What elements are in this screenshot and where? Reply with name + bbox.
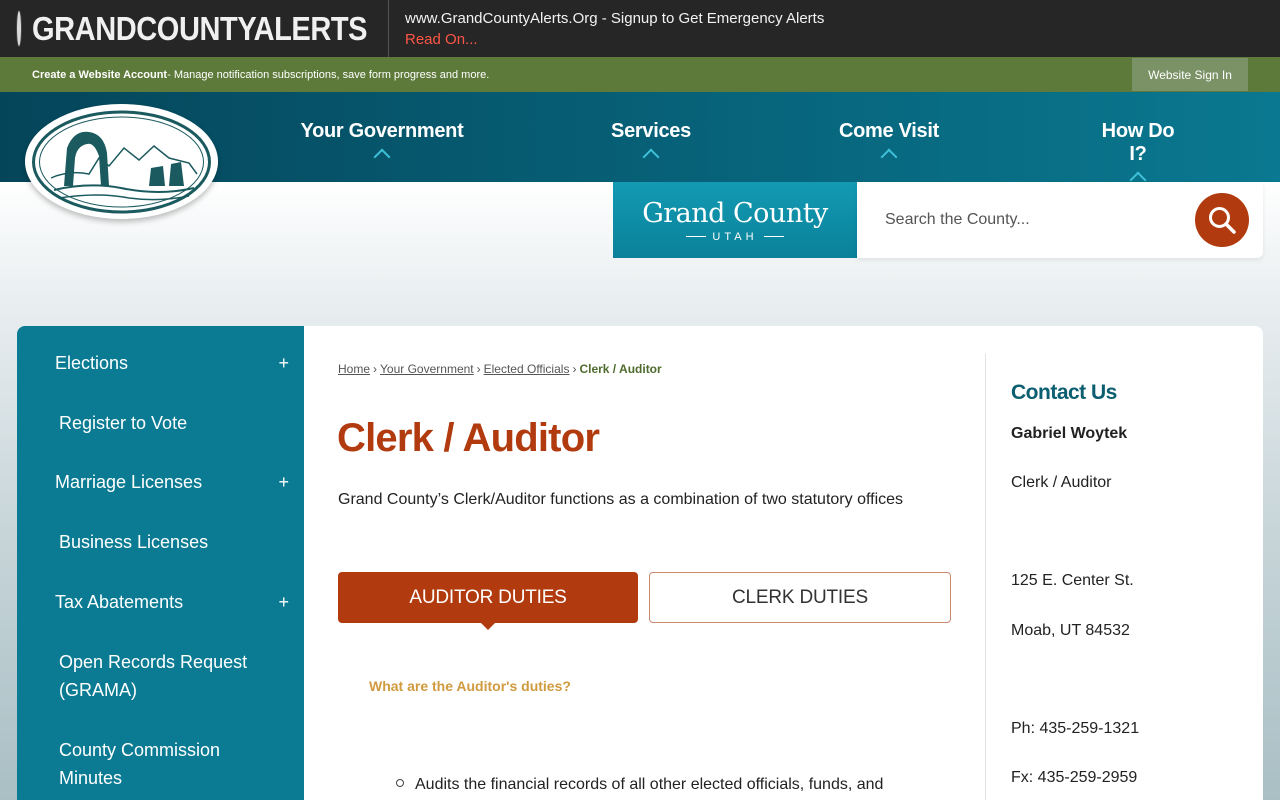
breadcrumb-your-government[interactable]: Your Government: [380, 362, 474, 376]
contact-title: Contact Us: [1011, 381, 1117, 404]
sidebar-nav: Elections + Register to Vote Marriage Li…: [17, 326, 304, 800]
sidebar-item-label: Register to Vote: [59, 413, 188, 433]
nav-item-how-do-i[interactable]: How Do I?: [1091, 120, 1185, 189]
website-sign-in-button[interactable]: Website Sign In: [1132, 58, 1248, 91]
tab-clerk-duties[interactable]: CLERK DUTIES: [649, 572, 951, 623]
breadcrumb-current: Clerk / Auditor: [579, 362, 662, 376]
search-button[interactable]: [1195, 193, 1249, 247]
alert-bar: GRANDCOUNTYALERTS www.GrandCountyAlerts.…: [0, 0, 1280, 57]
create-account-link[interactable]: Create a Website Account: [32, 69, 167, 81]
nav-item-your-government[interactable]: Your Government: [300, 120, 464, 166]
chevron-up-icon: [373, 148, 391, 166]
alert-light-icon: [17, 11, 21, 46]
badge-county-name: Grand County: [642, 197, 828, 229]
sidebar-item-commission-minutes[interactable]: County Commission Minutes: [17, 736, 247, 792]
search-icon: [1209, 207, 1236, 234]
main-content-card: Home › Your Government › Elected Officials › C…: [304, 326, 1263, 800]
county-seal-logo[interactable]: [25, 104, 218, 219]
alert-message-text[interactable]: www.GrandCountyAlerts.Org - Signup to Ge…: [405, 10, 824, 27]
list-item: Audits the financial records of all othe…: [415, 776, 884, 793]
tab-auditor-duties[interactable]: AUDITOR DUTIES: [338, 572, 638, 630]
sidebar-item-label: Elections: [55, 353, 129, 373]
expand-plus-icon[interactable]: +: [278, 588, 289, 616]
breadcrumb-separator: ›: [373, 362, 378, 376]
contact-address-street: 125 E. Center St.: [1011, 572, 1134, 589]
sidebar-item-open-records[interactable]: Open Records Request (GRAMA): [17, 648, 257, 704]
expand-plus-icon[interactable]: +: [278, 349, 289, 377]
sidebar-item-business-licenses[interactable]: Business Licenses: [17, 528, 304, 556]
nav-label: How Do I?: [1101, 120, 1175, 165]
alerts-logo[interactable]: GRANDCOUNTYALERTS: [0, 0, 389, 57]
alerts-brand-text: GRANDCOUNTYALERTS: [32, 9, 368, 47]
sidebar-item-label: Open Records Request (GRAMA): [59, 652, 248, 700]
account-bar: Create a Website Account - Manage notifi…: [0, 57, 1280, 92]
arch-landscape-icon: [32, 110, 211, 213]
search-input[interactable]: [885, 206, 1185, 234]
nav-item-services[interactable]: Services: [609, 120, 693, 166]
grand-county-badge[interactable]: Grand County UTAH: [613, 182, 857, 258]
breadcrumb: Home › Your Government › Elected Officials › C…: [338, 362, 662, 376]
sidebar-item-label: Tax Abatements: [55, 592, 184, 612]
faq-question[interactable]: What are the Auditor's duties?: [369, 678, 571, 694]
contact-role: Clerk / Auditor: [1011, 474, 1112, 491]
sidebar-item-elections[interactable]: Elections +: [17, 349, 304, 377]
breadcrumb-elected-officials[interactable]: Elected Officials: [484, 362, 570, 376]
contact-phone[interactable]: Ph: 435-259-1321: [1011, 720, 1139, 738]
account-description: - Manage notification subscriptions, sav…: [167, 68, 490, 81]
sidebar-item-marriage-licenses[interactable]: Marriage Licenses +: [17, 468, 304, 496]
chevron-up-icon: [642, 148, 660, 166]
nav-item-come-visit[interactable]: Come Visit: [837, 120, 941, 166]
badge-state-name: UTAH: [680, 231, 789, 243]
page-intro: Grand County’s Clerk/Auditor functions a…: [338, 491, 904, 508]
search-box: [857, 182, 1263, 258]
contact-name: Gabriel Woytek: [1011, 425, 1128, 442]
duty-list: Audits the financial records of all othe…: [414, 776, 883, 794]
page-title: Clerk / Auditor: [337, 416, 600, 460]
breadcrumb-home[interactable]: Home: [338, 362, 370, 376]
breadcrumb-separator: ›: [476, 362, 481, 376]
breadcrumb-separator: ›: [572, 362, 577, 376]
nav-label: Your Government: [300, 120, 464, 142]
alert-read-on-link[interactable]: Read On...: [405, 31, 824, 48]
nav-label: Come Visit: [839, 120, 939, 142]
sidebar-item-register-to-vote[interactable]: Register to Vote: [17, 409, 304, 437]
alert-message: www.GrandCountyAlerts.Org - Signup to Ge…: [389, 10, 824, 48]
contact-address-city: Moab, UT 84532: [1011, 622, 1130, 639]
nav-label: Services: [611, 120, 691, 142]
sidebar-item-label: Business Licenses: [59, 532, 209, 552]
expand-plus-icon[interactable]: +: [278, 468, 289, 496]
sidebar-item-tax-abatements[interactable]: Tax Abatements +: [17, 588, 304, 616]
chevron-up-icon: [880, 148, 898, 166]
contact-fax: Fx: 435-259-2959: [1011, 769, 1138, 786]
sidebar-item-label: Marriage Licenses: [55, 472, 203, 492]
sidebar-item-label: County Commission Minutes: [59, 740, 221, 788]
content-divider: [985, 354, 986, 800]
